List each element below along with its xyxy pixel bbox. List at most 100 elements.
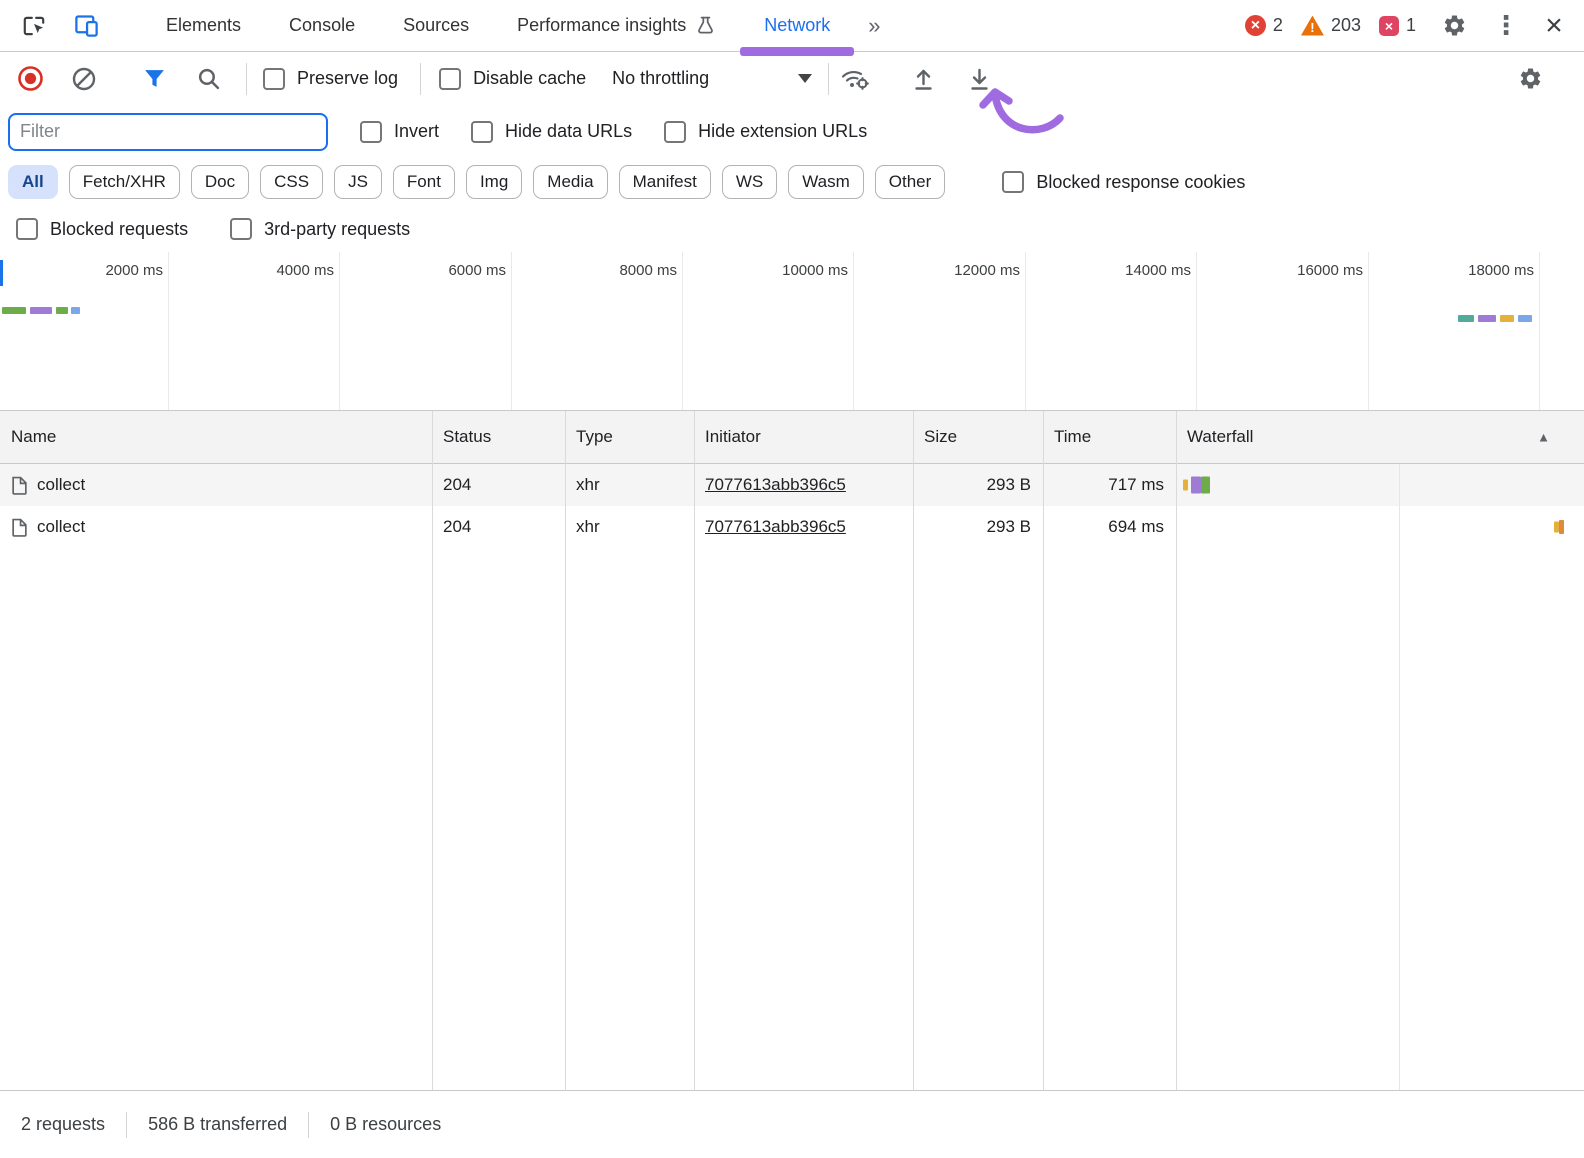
checkbox-box xyxy=(230,218,253,240)
waterfall-cell xyxy=(1176,464,1584,506)
tab-sources[interactable]: Sources xyxy=(379,0,493,51)
column-header-initiator[interactable]: Initiator xyxy=(694,411,913,463)
sort-ascending-icon: ▲ xyxy=(1537,429,1550,445)
column-header-status[interactable]: Status xyxy=(432,411,565,463)
filter-funnel-icon[interactable] xyxy=(134,59,174,99)
third-party-requests-label: 3rd-party requests xyxy=(264,218,411,239)
waterfall-gridline xyxy=(1399,464,1400,1090)
checkbox-box xyxy=(664,120,687,143)
devtools-tab-strip: Elements Console Sources Performance ins… xyxy=(142,0,894,56)
filter-chip-media[interactable]: Media xyxy=(533,165,608,199)
statusbar-divider xyxy=(126,1111,128,1138)
request-time: 717 ms xyxy=(1108,475,1164,494)
timeline-tick-label: 12000 ms xyxy=(954,262,1020,279)
warning-count-badge[interactable]: 203 xyxy=(1300,15,1361,36)
request-row[interactable]: collect 204 xhr 7077613abb396c5 293 B 69… xyxy=(0,506,1584,548)
network-overview-timeline[interactable]: 2000 ms 4000 ms 6000 ms 8000 ms 10000 ms… xyxy=(0,252,1584,411)
export-har-icon[interactable] xyxy=(959,59,999,99)
waterfall-bar xyxy=(1559,520,1564,534)
network-settings-gear-icon[interactable] xyxy=(1510,59,1550,99)
timeline-tick-label: 18000 ms xyxy=(1468,262,1534,279)
request-size: 293 B xyxy=(986,475,1031,494)
tab-sources-label: Sources xyxy=(403,15,470,35)
error-icon xyxy=(1244,15,1266,36)
timeline-gridline xyxy=(339,252,340,410)
devtools-tabbar: Elements Console Sources Performance ins… xyxy=(0,0,1584,56)
table-header-row: Name Status Type Initiator Size Time Wat… xyxy=(0,411,1584,464)
waterfall-cell xyxy=(1176,506,1584,548)
filter-chip-other[interactable]: Other xyxy=(874,165,946,199)
filter-chip-wasm[interactable]: Wasm xyxy=(788,165,864,199)
filter-chip-font[interactable]: Font xyxy=(392,165,455,199)
timeline-left-handle[interactable] xyxy=(0,260,3,286)
network-conditions-icon[interactable] xyxy=(835,59,875,99)
overview-activity-bar xyxy=(2,307,26,314)
filter-chip-manifest[interactable]: Manifest xyxy=(618,165,711,199)
column-header-time[interactable]: Time xyxy=(1043,411,1176,463)
close-devtools-icon[interactable]: × xyxy=(1538,6,1570,46)
toolbar-divider xyxy=(246,62,247,95)
kebab-menu-icon[interactable]: ⋮ xyxy=(1492,6,1520,46)
timeline-tick-label: 8000 ms xyxy=(619,262,677,279)
throttling-select[interactable]: No throttling xyxy=(612,68,813,89)
flask-icon xyxy=(695,15,716,36)
toolbar-divider xyxy=(828,62,830,95)
tab-network[interactable]: Network xyxy=(740,0,855,56)
hide-extension-urls-checkbox[interactable]: Hide extension URLs xyxy=(664,120,867,143)
request-status: 204 xyxy=(443,517,472,536)
network-toolbar: Preserve log Disable cache No throttling xyxy=(0,52,1584,134)
blocked-requests-checkbox[interactable]: Blocked requests xyxy=(16,218,188,240)
requests-table: Name Status Type Initiator Size Time Wat… xyxy=(0,411,1584,1090)
record-network-log-button[interactable] xyxy=(10,59,50,99)
timeline-gridline xyxy=(168,252,169,410)
overview-activity-bar xyxy=(1518,315,1532,322)
timeline-tick-label: 14000 ms xyxy=(1125,262,1191,279)
filter-chip-all[interactable]: All xyxy=(8,165,58,199)
preserve-log-checkbox[interactable]: Preserve log xyxy=(263,67,398,90)
column-header-name[interactable]: Name xyxy=(0,411,432,463)
filter-chip-ws[interactable]: WS xyxy=(721,165,778,199)
status-bar: 2 requests 586 B transferred 0 B resourc… xyxy=(0,1090,1584,1158)
tab-performance-insights[interactable]: Performance insights xyxy=(493,0,740,51)
filter-chip-doc[interactable]: Doc xyxy=(190,165,250,199)
error-count: 2 xyxy=(1272,15,1283,35)
more-tabs-button[interactable]: » xyxy=(854,0,894,51)
filter-chip-img[interactable]: Img xyxy=(465,165,523,199)
clear-network-log-button[interactable] xyxy=(64,59,104,99)
request-time: 694 ms xyxy=(1108,517,1164,536)
filter-chip-css[interactable]: CSS xyxy=(260,165,324,199)
filter-chip-js[interactable]: JS xyxy=(334,165,382,199)
disable-cache-checkbox[interactable]: Disable cache xyxy=(439,67,586,90)
invert-checkbox[interactable]: Invert xyxy=(360,120,439,143)
file-icon xyxy=(11,476,28,495)
waterfall-bar xyxy=(1191,476,1201,494)
third-party-requests-checkbox[interactable]: 3rd-party requests xyxy=(230,218,410,240)
request-status: 204 xyxy=(443,475,472,494)
error-count-badge[interactable]: 2 xyxy=(1244,15,1283,36)
overview-activity-bar xyxy=(1500,315,1514,322)
column-header-type[interactable]: Type xyxy=(565,411,694,463)
tab-console-label: Console xyxy=(289,15,356,35)
settings-gear-icon[interactable] xyxy=(1434,6,1474,46)
initiator-link[interactable]: 7077613abb396c5 xyxy=(694,475,913,495)
blocked-response-cookies-checkbox[interactable]: Blocked response cookies xyxy=(1002,171,1245,193)
tab-network-label: Network xyxy=(764,15,831,35)
request-row[interactable]: collect 204 xhr 7077613abb396c5 293 B 71… xyxy=(0,464,1584,506)
overview-activity-bar xyxy=(1458,315,1474,322)
inspect-element-icon[interactable] xyxy=(14,6,54,46)
timeline-gridline xyxy=(1025,252,1026,410)
column-header-waterfall[interactable]: Waterfall xyxy=(1176,411,1584,463)
filter-chip-fetch-xhr[interactable]: Fetch/XHR xyxy=(68,165,180,199)
initiator-link[interactable]: 7077613abb396c5 xyxy=(694,517,913,537)
filter-input[interactable] xyxy=(10,114,326,149)
device-toolbar-icon[interactable] xyxy=(66,6,106,46)
tab-elements[interactable]: Elements xyxy=(142,0,265,51)
hide-data-urls-checkbox[interactable]: Hide data URLs xyxy=(471,120,632,143)
tab-console[interactable]: Console xyxy=(265,0,379,51)
column-header-size[interactable]: Size xyxy=(913,411,1043,463)
search-icon[interactable] xyxy=(188,59,228,99)
issues-count-badge[interactable]: 1 xyxy=(1378,15,1416,36)
request-name: collect xyxy=(37,517,86,536)
import-har-icon[interactable] xyxy=(903,59,943,99)
issue-count: 1 xyxy=(1405,15,1416,35)
